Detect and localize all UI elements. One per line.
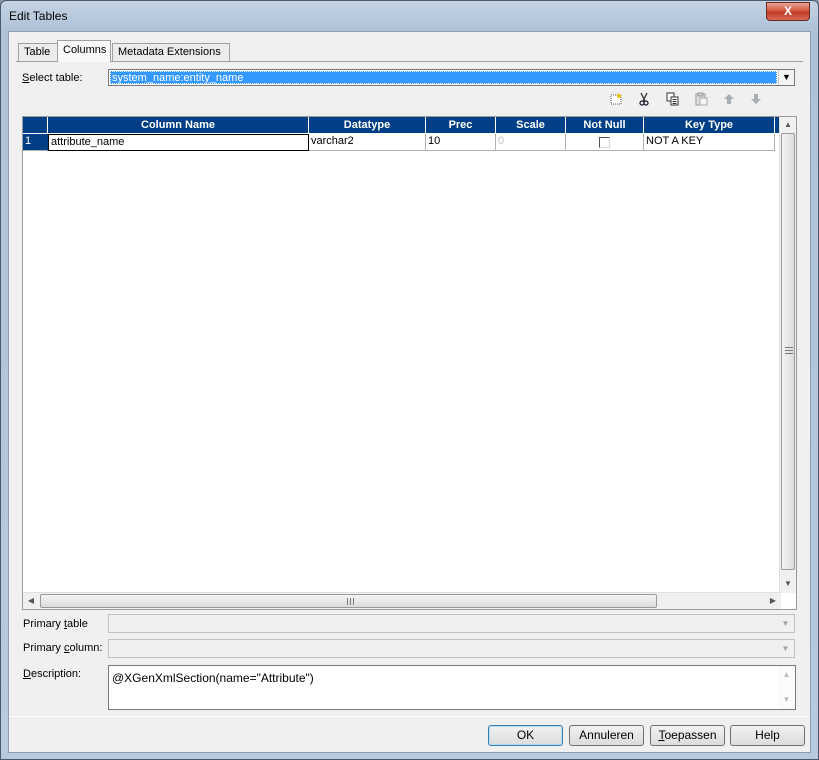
column-header-scale[interactable]: Scale — [496, 117, 566, 133]
chevron-down-icon[interactable]: ▼ — [777, 615, 794, 632]
description-scrollbar[interactable]: ▲ ▼ — [778, 666, 795, 709]
primary-table-label: Primary table — [23, 618, 88, 630]
scroll-down-icon[interactable]: ▼ — [780, 576, 796, 592]
primary-table-combo[interactable]: ▼ — [108, 614, 795, 633]
primary-column-label: Primary column: — [23, 642, 103, 654]
columns-grid: Column Name Datatype Prec Scale Not Null… — [22, 116, 797, 610]
description-textarea[interactable]: @XGenXmlSection(name="Attribute") ▲ ▼ — [108, 665, 796, 710]
cell-key-type[interactable]: NOT A KEY — [644, 134, 775, 151]
tab-panel-border — [16, 61, 803, 62]
description-label: Description: — [23, 668, 82, 680]
tab-metadata-extensions[interactable]: Metadata Extensions — [112, 43, 230, 62]
scroll-up-icon[interactable]: ▲ — [778, 670, 795, 679]
move-down-icon[interactable] — [747, 92, 765, 110]
cancel-button[interactable]: Annuleren — [569, 725, 644, 746]
close-button[interactable]: X — [766, 2, 810, 21]
select-table-label: Select table: — [22, 72, 83, 84]
column-header-prec[interactable]: Prec — [426, 117, 496, 133]
chevron-down-icon[interactable]: ▼ — [778, 70, 794, 85]
row-header-corner — [23, 117, 48, 133]
select-table-value: system_name:entity_name — [110, 71, 777, 84]
cell-scale[interactable]: 0 — [496, 134, 566, 151]
grid-vertical-scrollbar[interactable]: ▲ ▼ — [779, 117, 796, 593]
horizontal-scroll-thumb[interactable] — [40, 594, 657, 608]
cell-datatype[interactable]: varchar2 — [309, 134, 426, 151]
column-header-datatype[interactable]: Datatype — [309, 117, 426, 133]
cell-not-null[interactable] — [566, 134, 644, 151]
button-separator — [9, 716, 810, 717]
column-header-not-null[interactable]: Not Null — [566, 117, 644, 133]
ok-button[interactable]: OK — [488, 725, 563, 746]
primary-column-combo[interactable]: ▼ — [108, 639, 795, 658]
new-column-icon[interactable] — [607, 92, 625, 110]
chevron-down-icon[interactable]: ▼ — [777, 640, 794, 657]
copy-icon[interactable] — [664, 92, 682, 110]
column-header-key-type[interactable]: Key Type — [644, 117, 775, 133]
edit-tables-window: Edit Tables X Table Columns Metadata Ext… — [0, 0, 819, 760]
grid-horizontal-scrollbar[interactable]: ◀ ▶ — [23, 592, 781, 609]
scroll-right-icon[interactable]: ▶ — [765, 593, 781, 609]
description-value: @XGenXmlSection(name="Attribute") — [112, 671, 314, 685]
dialog-client-area: Table Columns Metadata Extensions Select… — [8, 31, 811, 753]
scroll-left-icon[interactable]: ◀ — [23, 593, 39, 609]
cell-column-name[interactable]: attribute_name — [48, 134, 309, 151]
apply-button[interactable]: Toepassen — [650, 725, 725, 746]
close-icon: X — [783, 4, 792, 18]
row-number[interactable]: 1 — [23, 134, 48, 151]
move-up-icon[interactable] — [720, 92, 738, 110]
select-table-dropdown[interactable]: system_name:entity_name ▼ — [108, 69, 795, 86]
vertical-scroll-thumb[interactable] — [781, 133, 795, 570]
help-button[interactable]: Help — [730, 725, 805, 746]
title-bar: Edit Tables X — [1, 1, 818, 31]
cell-prec[interactable]: 10 — [426, 134, 496, 151]
scroll-down-icon[interactable]: ▼ — [778, 695, 795, 704]
cut-icon[interactable] — [635, 92, 653, 110]
window-title: Edit Tables — [9, 9, 68, 23]
not-null-checkbox[interactable] — [599, 137, 610, 148]
scroll-up-icon[interactable]: ▲ — [780, 117, 796, 133]
column-header-column-name[interactable]: Column Name — [48, 117, 309, 133]
tab-table[interactable]: Table — [18, 43, 58, 62]
paste-icon[interactable] — [692, 92, 710, 110]
tab-columns[interactable]: Columns — [57, 40, 111, 62]
